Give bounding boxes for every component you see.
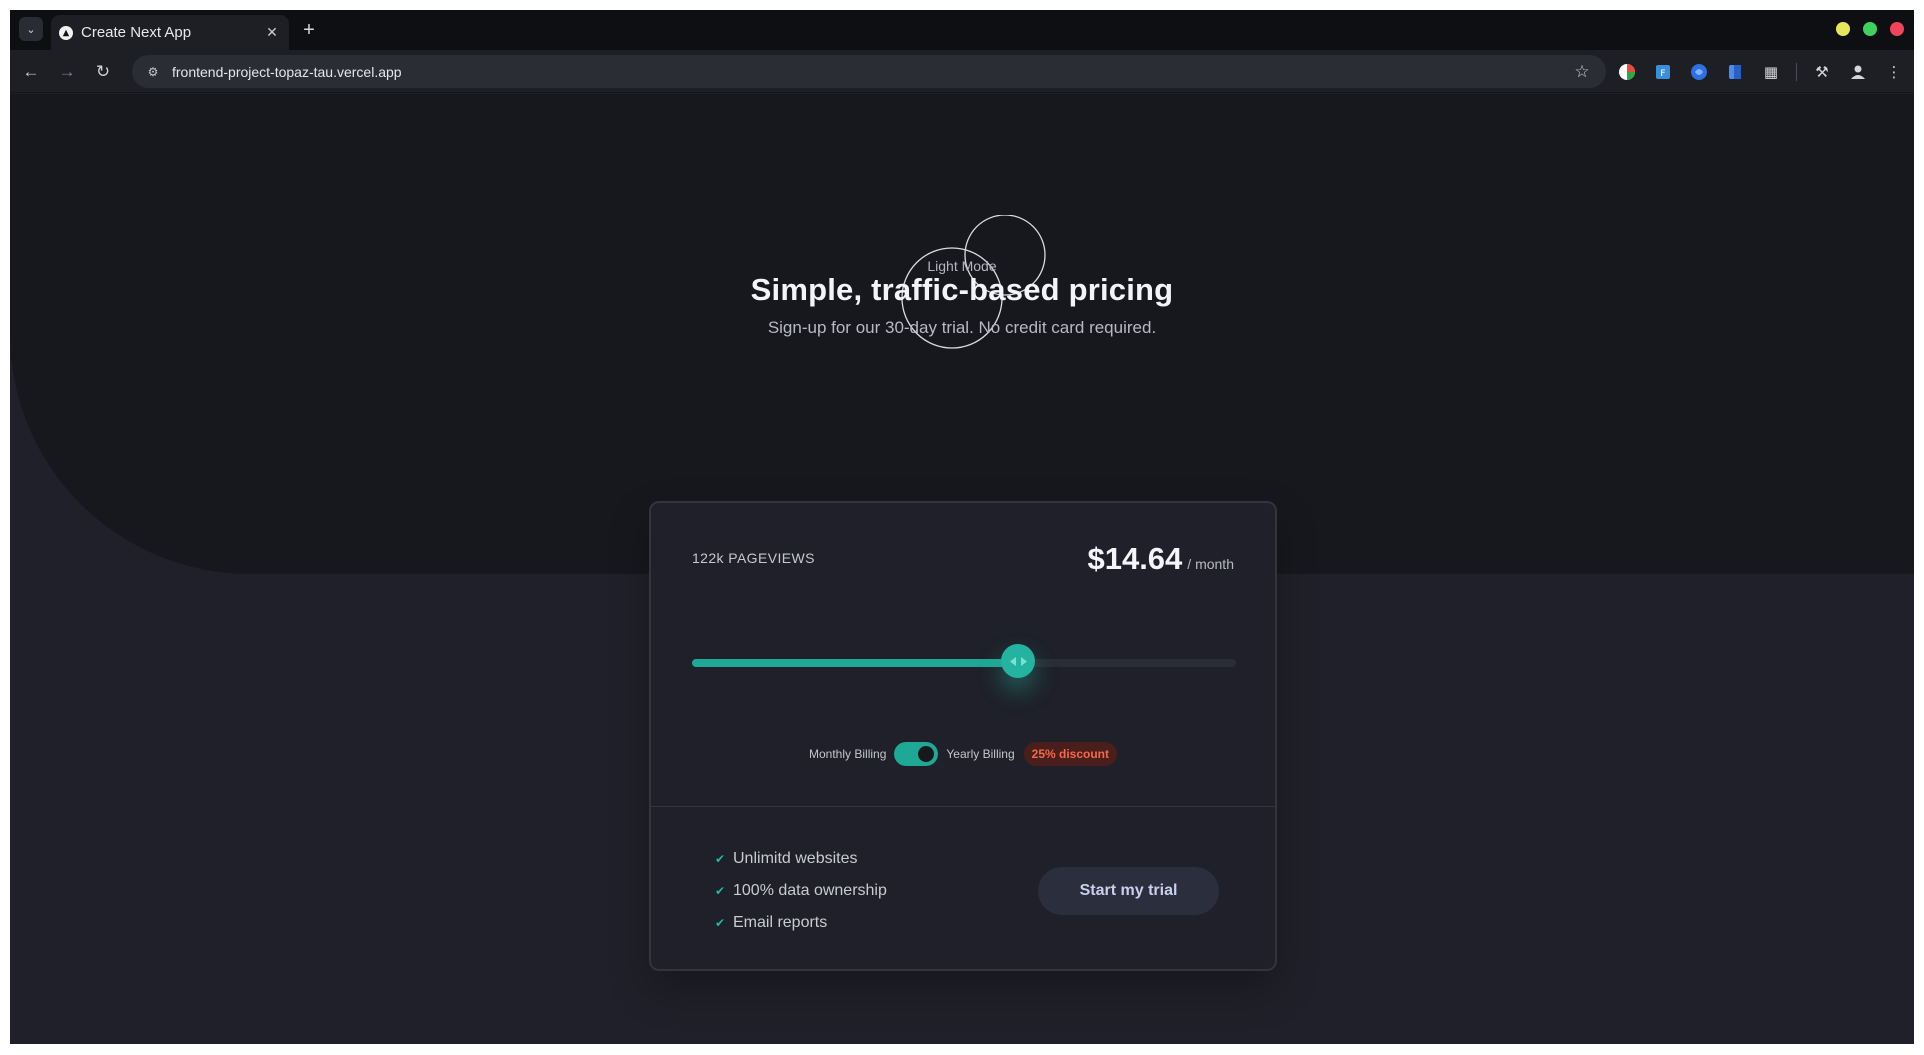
card-divider (651, 806, 1275, 807)
pricing-card: 122k PAGEVIEWS $14.64 / month Monthly Bi… (649, 501, 1277, 971)
address-bar[interactable]: ⚙ frontend-project-topaz-tau.vercel.app … (132, 55, 1606, 88)
extension-icon[interactable] (1614, 59, 1640, 85)
check-icon: ✔ (715, 852, 726, 866)
plus-icon[interactable]: + (297, 18, 321, 42)
maximize-button[interactable] (1863, 22, 1877, 36)
feature-text: Unlimitd websites (733, 850, 858, 867)
browser-window: ⌄ Create Next App ✕ + ← → ↻ ⚙ frontend-p… (10, 10, 1914, 1044)
tab-active[interactable]: Create Next App ✕ (51, 15, 289, 50)
price: $14.64 / month (1087, 541, 1234, 577)
window-controls (1836, 22, 1904, 36)
page-subtitle: Sign-up for our 30-day trial. No credit … (767, 318, 1157, 337)
extension-icon[interactable] (1722, 59, 1748, 85)
pageviews-slider[interactable] (692, 644, 1236, 678)
site-info-icon[interactable]: ⚙ (144, 63, 162, 81)
tab-title: Create Next App (81, 24, 192, 41)
chevron-right-icon (1020, 656, 1027, 666)
feature-text: 100% data ownership (733, 882, 887, 899)
extension-icon[interactable]: F (1650, 59, 1676, 85)
close-window-button[interactable] (1890, 22, 1904, 36)
reload-icon[interactable]: ↻ (90, 59, 116, 85)
price-amount: $14.64 (1087, 541, 1183, 576)
check-icon: ✔ (715, 916, 726, 930)
extension-icon[interactable]: ▦ (1758, 59, 1784, 85)
feature-item: ✔ Email reports (715, 907, 887, 939)
page-title: Simple, traffic-based pricing (750, 272, 1174, 307)
profile-icon[interactable] (1845, 59, 1871, 85)
favicon-icon (59, 25, 73, 40)
tab-list-icon[interactable]: ⌄ (19, 17, 43, 41)
slider-fill (692, 659, 1019, 667)
labs-icon[interactable]: ⚒ (1809, 59, 1835, 85)
monthly-billing-label: Monthly Billing (809, 747, 887, 761)
minimize-button[interactable] (1836, 22, 1850, 36)
pageviews-label: 122k PAGEVIEWS (692, 550, 815, 566)
price-period: / month (1187, 556, 1234, 572)
close-icon[interactable]: ✕ (261, 22, 283, 44)
feature-item: ✔ Unlimitd websites (715, 843, 887, 875)
page: Simple, traffic-based pricing Sign-up fo… (10, 94, 1914, 1044)
url-text[interactable]: frontend-project-topaz-tau.vercel.app (172, 64, 1570, 80)
extension-icon[interactable] (1686, 59, 1712, 85)
chevron-left-icon (1009, 656, 1016, 666)
forward-icon[interactable]: → (54, 59, 80, 85)
theme-mode-label[interactable]: Light Mode (10, 258, 1914, 274)
toolbar-separator (1796, 63, 1797, 81)
start-trial-button[interactable]: Start my trial (1038, 867, 1219, 915)
feature-item: ✔ 100% data ownership (715, 875, 887, 907)
menu-icon[interactable]: ⋮ (1881, 59, 1907, 85)
feature-text: Email reports (733, 914, 828, 931)
switch-knob (918, 746, 935, 762)
check-icon: ✔ (715, 884, 726, 898)
slider-thumb[interactable] (1001, 644, 1036, 678)
billing-toggle-row: Monthly Billing Yearly Billing 25% disco… (651, 742, 1275, 766)
tab-bar: ⌄ Create Next App ✕ + (10, 10, 1914, 50)
browser-toolbar: ← → ↻ ⚙ frontend-project-topaz-tau.verce… (10, 50, 1914, 93)
feature-list: ✔ Unlimitd websites ✔ 100% data ownership ✔ E… (715, 843, 887, 939)
billing-switch[interactable] (894, 742, 939, 766)
star-icon[interactable]: ☆ (1570, 60, 1594, 84)
yearly-billing-label: Yearly Billing (946, 747, 1015, 761)
back-icon[interactable]: ← (18, 59, 44, 85)
svg-text:F: F (1660, 69, 1665, 79)
extensions: F ▦ ⚒ ⋮ (1614, 59, 1907, 85)
discount-badge: 25% discount (1023, 742, 1117, 766)
